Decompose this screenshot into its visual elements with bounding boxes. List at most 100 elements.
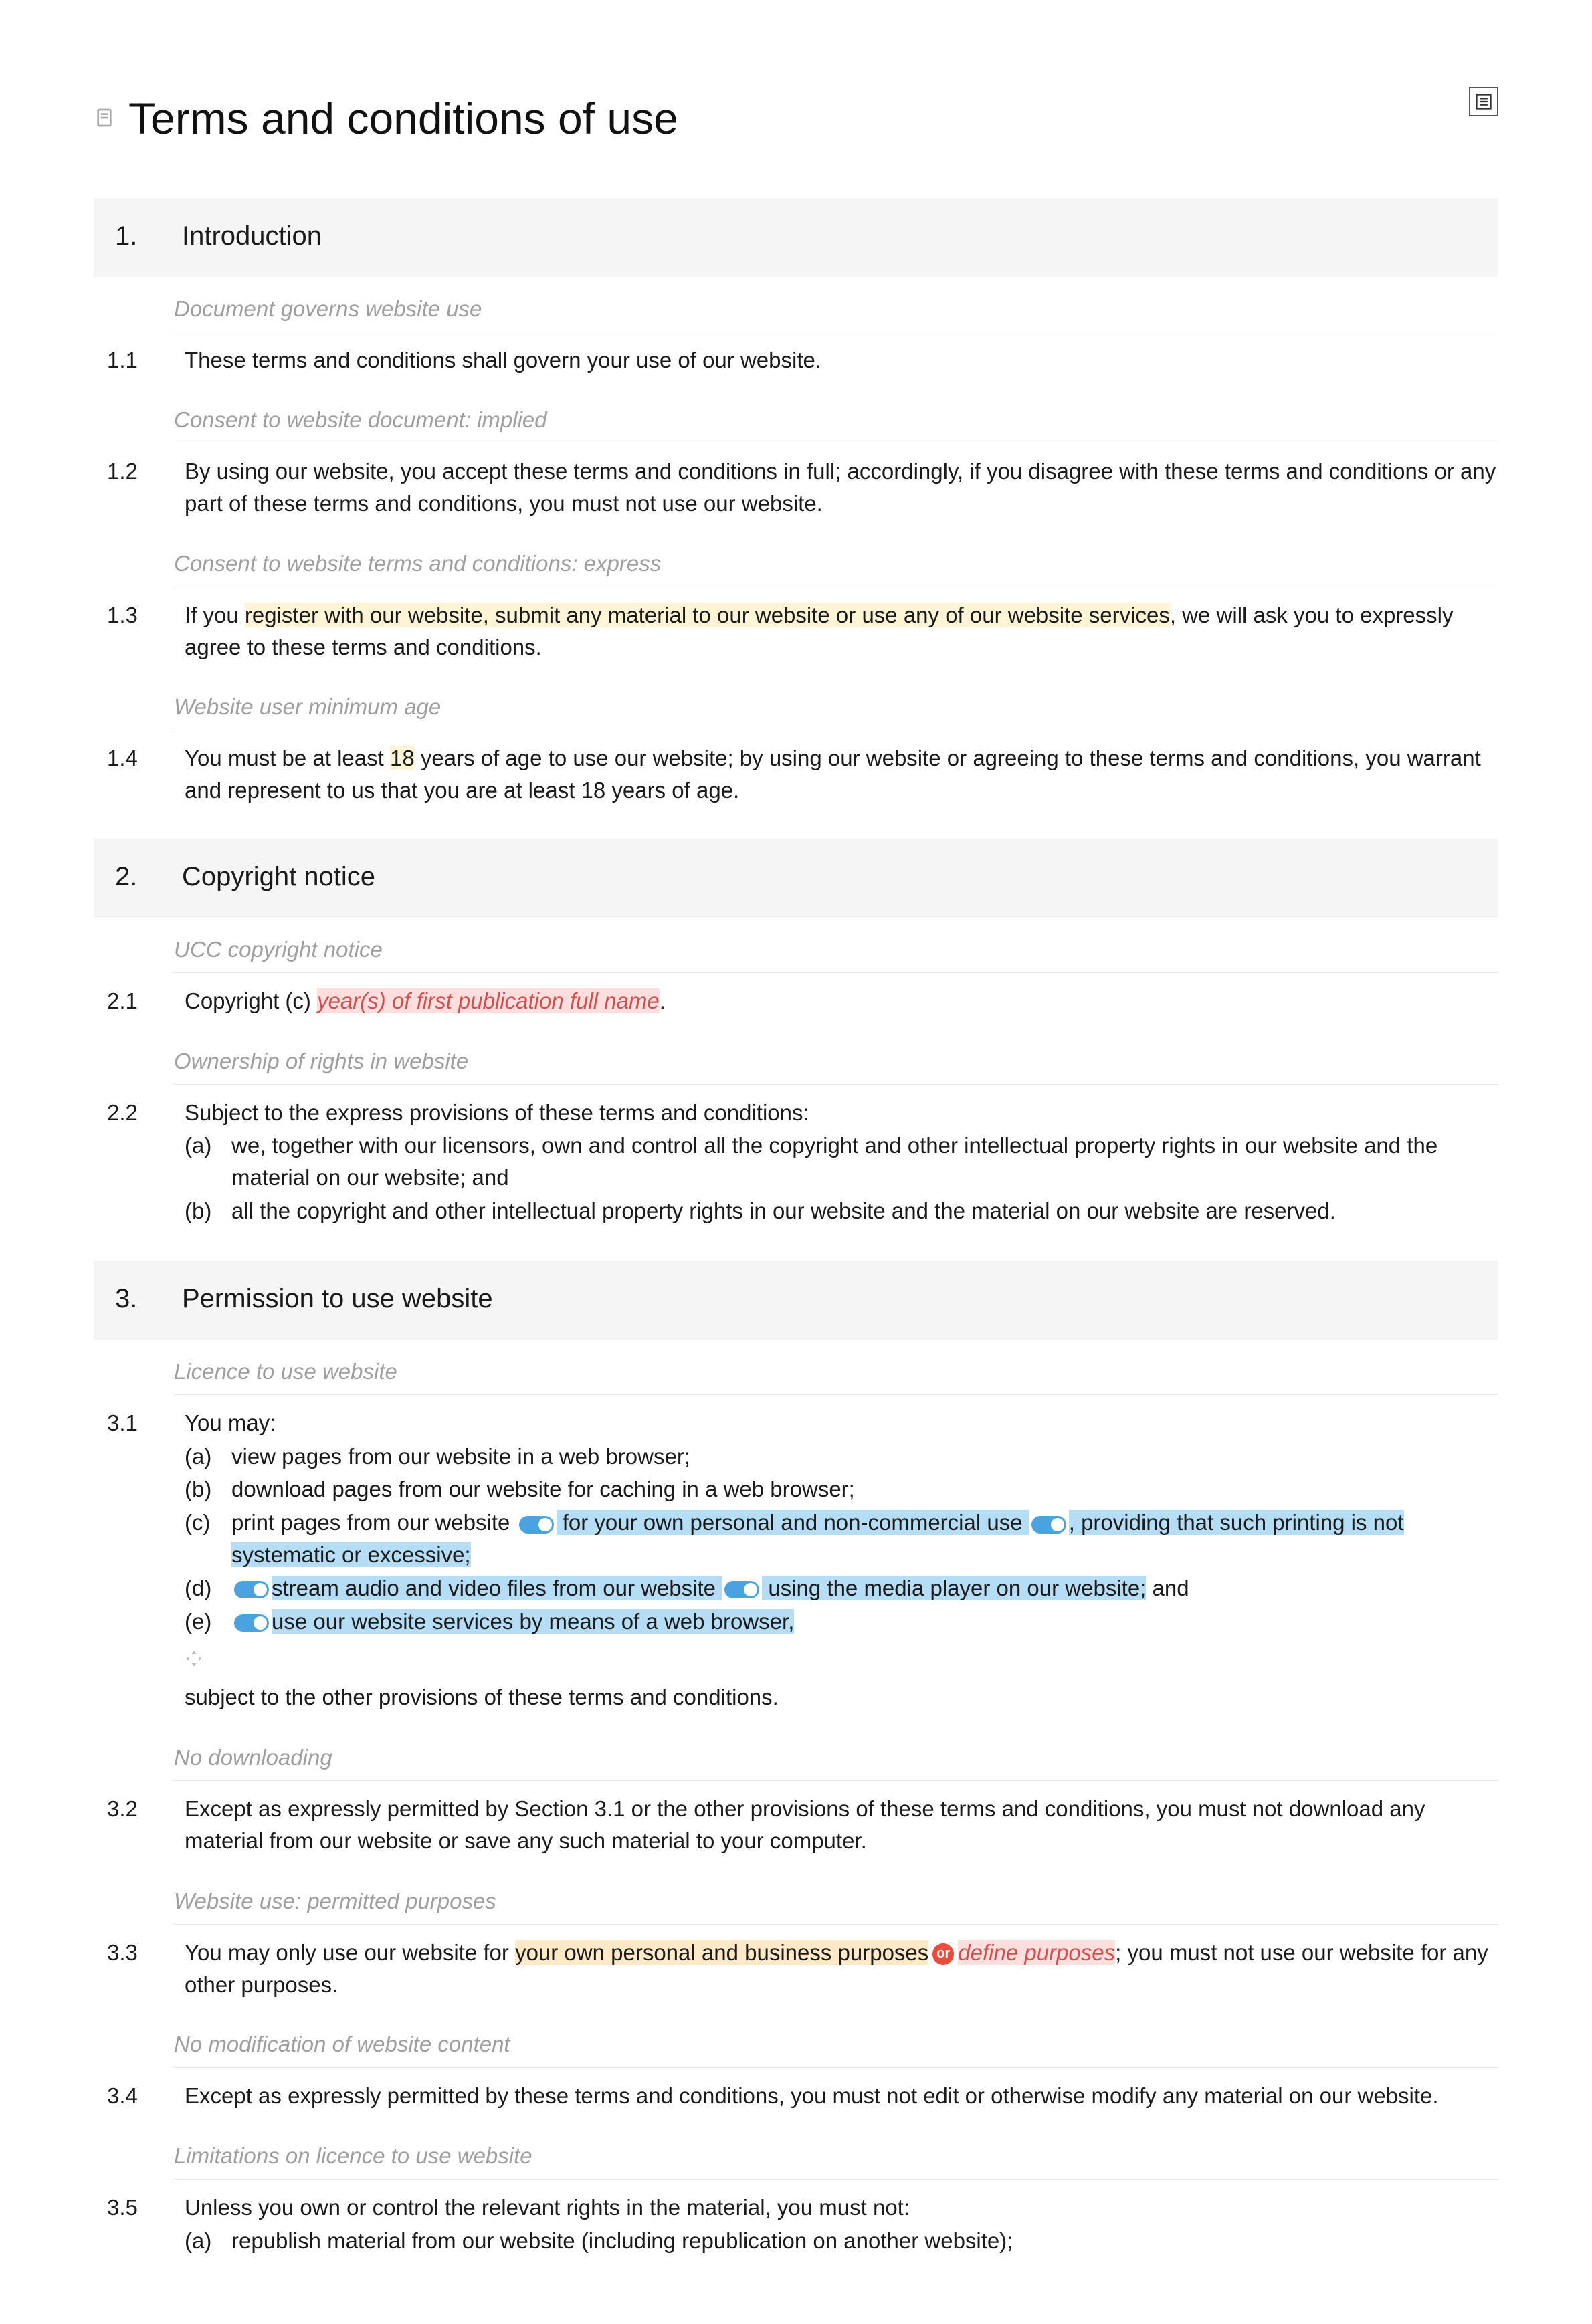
section-1-number: 1. (115, 217, 142, 255)
document-icon (94, 105, 115, 137)
clause-text-pre: If you (185, 603, 245, 627)
sub-text: all the copyright and other intellectual… (231, 1195, 1336, 1227)
sub-item-a: (a) view pages from our website in a web… (185, 1441, 1498, 1473)
sub-text: stream audio and video files from our we… (231, 1572, 1189, 1604)
clause-number: 1.2 (107, 455, 159, 520)
sub-text-pre: print pages from our website (231, 1510, 516, 1535)
clause-number: 3.4 (107, 2080, 159, 2112)
clause-3-5: 3.5 Unless you own or control the releva… (94, 2180, 1498, 2270)
clause-3-1: 3.1 You may: (a) view pages from our web… (94, 1395, 1498, 1726)
clause-intro: Subject to the express provisions of the… (185, 1097, 1498, 1129)
option-toggle[interactable] (1031, 1516, 1066, 1534)
editable-highlight[interactable]: register with our website, submit any ma… (245, 603, 1170, 627)
section-1-heading: Introduction (182, 217, 322, 255)
sub-text: republish material from our website (inc… (231, 2225, 1013, 2257)
clause-body: Except as expressly permitted by these t… (185, 2080, 1498, 2112)
sub-label: (d) (185, 1572, 223, 1604)
clause-number: 3.2 (107, 1793, 159, 1857)
option-a-text[interactable]: your own personal and business purposes (515, 1940, 928, 1965)
sub-text: we, together with our licensors, own and… (231, 1130, 1498, 1194)
clause-intro: Unless you own or control the relevant r… (185, 2192, 1498, 2224)
option-toggle[interactable] (234, 1581, 269, 1598)
clause-body: You may only use our website for your ow… (185, 1937, 1498, 2001)
clause-body: You may: (a) view pages from our website… (185, 1407, 1498, 1714)
clause-body: By using our website, you accept these t… (185, 455, 1498, 520)
clause-body: Except as expressly permitted by Section… (185, 1793, 1498, 1857)
clause-intro: You may: (185, 1407, 1498, 1439)
placeholder-field[interactable]: define purposes (958, 1940, 1115, 1965)
clause-body: Unless you own or control the relevant r… (185, 2192, 1498, 2258)
sub-text: use our website services by means of a w… (231, 1606, 794, 1638)
clause-number: 2.1 (107, 985, 159, 1017)
clause-text-pre: You must be at least (185, 746, 390, 770)
sub-text: view pages from our website in a web bro… (231, 1441, 690, 1473)
sub-text: download pages from our website for cach… (231, 1473, 855, 1505)
sub-label: (b) (185, 1195, 223, 1227)
section-1-header: 1. Introduction (94, 198, 1498, 277)
option-text[interactable]: for your own personal and non-commercial… (557, 1510, 1029, 1535)
option-text[interactable]: using the media player on our website; (762, 1576, 1146, 1600)
note-row: Limitations on licence to use website (174, 2124, 1498, 2180)
clause-3-3: 3.3 You may only use our website for you… (94, 1925, 1498, 2013)
sub-item-b: (b) all the copyright and other intellec… (185, 1195, 1498, 1227)
clause-note: Document governs website use (174, 296, 482, 321)
section-3-heading: Permission to use website (182, 1279, 493, 1318)
section-2-heading: Copyright notice (182, 857, 375, 896)
clause-3-4: 3.4 Except as expressly permitted by the… (94, 2068, 1498, 2124)
clause-3-2: 3.2 Except as expressly permitted by Sec… (94, 1781, 1498, 1869)
note-row: Consent to website document: implied (174, 388, 1498, 443)
clause-body: You must be at least 18 years of age to … (185, 742, 1498, 807)
option-text[interactable]: use our website services by means of a w… (272, 1609, 794, 1634)
editable-highlight[interactable]: 18 (390, 746, 415, 770)
section-3-header: 3. Permission to use website (94, 1261, 1498, 1340)
clause-text-pre: Copyright (c) (185, 988, 317, 1013)
clause-text-post: . (660, 988, 666, 1013)
sub-label: (a) (185, 2225, 223, 2257)
clause-note: Licence to use website (174, 1359, 397, 1384)
clause-number: 1.4 (107, 742, 159, 807)
note-row: Licence to use website (174, 1340, 1498, 1395)
option-text[interactable]: stream audio and video files from our we… (272, 1576, 722, 1600)
clause-note: No downloading (174, 1745, 332, 1770)
clause-body: If you register with our website, submit… (185, 599, 1498, 663)
clause-note: No modification of website content (174, 2032, 510, 2056)
option-toggle[interactable] (724, 1581, 759, 1598)
toc-button[interactable] (1469, 87, 1498, 116)
clause-body: Copyright (c) year(s) of first publicati… (185, 985, 1498, 1017)
title-row: Terms and conditions of use (94, 87, 1498, 151)
page-title: Terms and conditions of use (128, 87, 678, 151)
title-left: Terms and conditions of use (94, 87, 678, 151)
sub-label: (a) (185, 1441, 223, 1473)
clause-1-2: 1.2 By using our website, you accept the… (94, 443, 1498, 532)
option-toggle[interactable] (519, 1516, 554, 1534)
clause-body: These terms and conditions shall govern … (185, 344, 1498, 377)
note-row: Website user minimum age (174, 675, 1498, 730)
placeholder-field[interactable]: year(s) of first publication full name (317, 988, 660, 1013)
move-arrows-icon[interactable] (185, 1645, 203, 1677)
clause-1-3: 1.3 If you register with our website, su… (94, 587, 1498, 675)
option-toggle[interactable] (234, 1614, 269, 1632)
section-3-number: 3. (115, 1279, 142, 1318)
or-badge[interactable]: or (932, 1943, 954, 1965)
clause-2-2: 2.2 Subject to the express provisions of… (94, 1085, 1498, 1241)
note-row: Ownership of rights in website (174, 1029, 1498, 1085)
sub-item-a: (a) we, together with our licensors, own… (185, 1130, 1498, 1194)
clause-text-pre: You may only use our website for (185, 1940, 515, 1965)
note-row: Website use: permitted purposes (174, 1869, 1498, 1925)
sub-label: (c) (185, 1507, 223, 1571)
section-2-header: 2. Copyright notice (94, 839, 1498, 918)
clause-number: 2.2 (107, 1097, 159, 1229)
clause-note: Website use: permitted purposes (174, 1889, 496, 1913)
clause-2-1: 2.1 Copyright (c) year(s) of first publi… (94, 973, 1498, 1029)
clause-note: Website user minimum age (174, 694, 441, 719)
sub-item-a: (a) republish material from our website … (185, 2225, 1498, 2257)
clause-note: Limitations on licence to use website (174, 2143, 532, 2168)
clause-number: 1.1 (107, 344, 159, 377)
note-row: UCC copyright notice (174, 918, 1498, 973)
sub-label: (e) (185, 1606, 223, 1638)
sub-item-c: (c) print pages from our website for you… (185, 1507, 1498, 1571)
clause-number: 3.3 (107, 1937, 159, 2001)
clause-note: Consent to website terms and conditions:… (174, 551, 661, 576)
clause-1-1: 1.1 These terms and conditions shall gov… (94, 332, 1498, 389)
clause-body: Subject to the express provisions of the… (185, 1097, 1498, 1229)
